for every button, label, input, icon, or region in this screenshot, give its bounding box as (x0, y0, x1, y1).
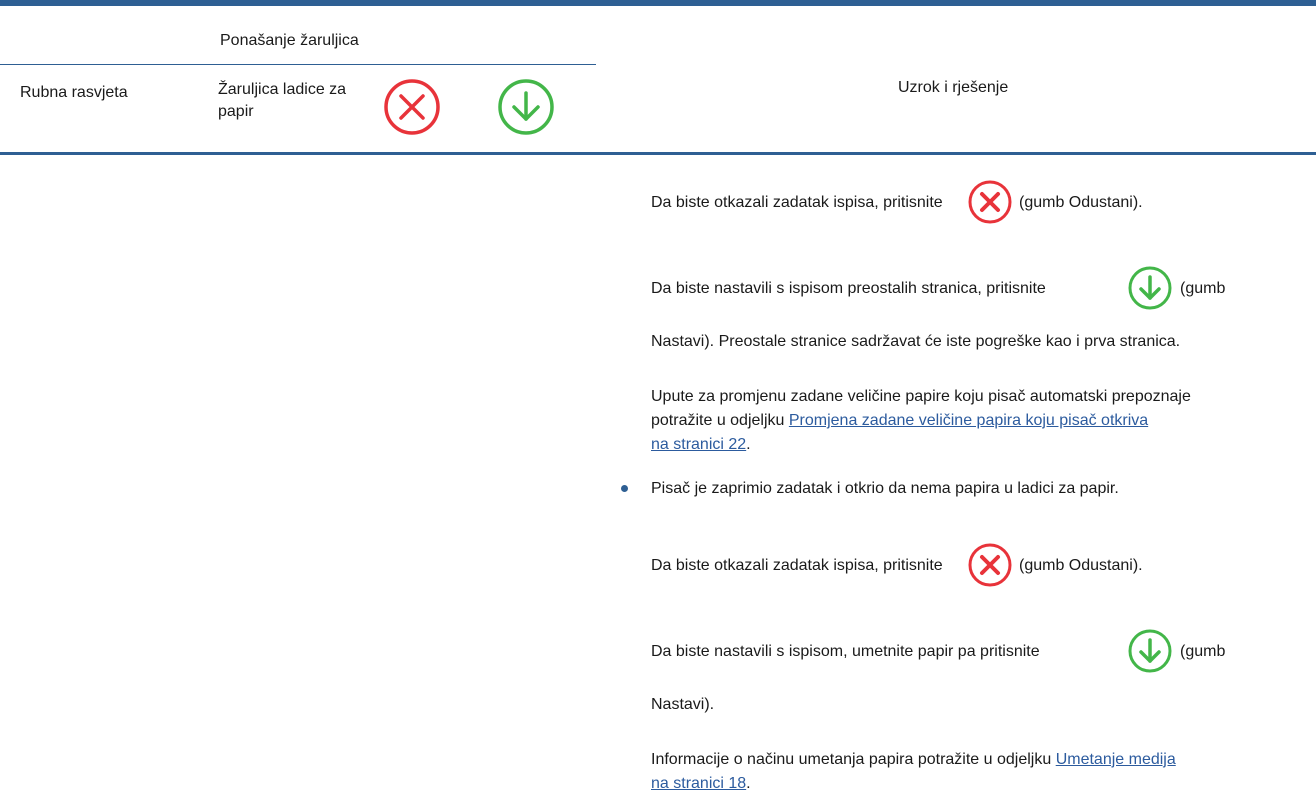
cancel-icon (968, 543, 1012, 587)
column-header-cause-solution: Uzrok i rješenje (898, 79, 1009, 96)
load-media-instruction-line2: na stranici 18. (651, 773, 751, 795)
cancel-button-caption: (gumb Odustani). (1019, 194, 1143, 211)
load-media-link[interactable]: Umetanje medija (1056, 751, 1176, 768)
load-media-instruction-end: . (746, 775, 751, 792)
load-paper-instruction-line2: Nastavi). (651, 696, 715, 713)
load-media-instruction-line1: Informacije o načinu umetanja papira pot… (651, 749, 1176, 771)
paper-size-link-page[interactable]: na stranici 22 (651, 436, 746, 453)
paper-size-instruction-end: . (746, 436, 751, 453)
no-paper-bullet-text: Pisač je zaprimio zadatak i otkrio da ne… (651, 480, 1119, 497)
cancel-instruction-text-2: Da biste otkazali zadatak ispisa, pritis… (651, 557, 943, 574)
list-bullet (621, 485, 628, 492)
paper-size-link[interactable]: Promjena zadane veličine papira koju pis… (789, 412, 1148, 429)
paper-size-instruction-line2: potražite u odjeljku Promjena zadane vel… (651, 410, 1148, 432)
resume-instruction-text: Da biste nastavili s ispisom preostalih … (651, 280, 1046, 297)
paper-size-instruction-line1: Upute za promjenu zadane veličine papire… (651, 388, 1191, 405)
resume-button-caption-2: (gumb (1180, 643, 1226, 660)
column-header-tray-light-line1: Žaruljica ladice za (218, 81, 347, 98)
column-header-edge-light: Rubna rasvjeta (20, 84, 128, 101)
group-header-rule (0, 64, 596, 65)
resume-icon (498, 79, 554, 135)
load-media-link-page[interactable]: na stranici 18 (651, 775, 746, 792)
paper-size-instruction-line3: na stranici 22. (651, 434, 751, 456)
load-media-instruction-prefix: Informacije o načinu umetanja papira pot… (651, 751, 1052, 768)
resume-instruction-line2: Nastavi). Preostale stranice sadržavat ć… (651, 333, 1181, 350)
paper-size-instruction-prefix: potražite u odjeljku (651, 412, 785, 429)
resume-icon (1128, 266, 1172, 310)
table-top-rule (0, 0, 1316, 6)
cancel-button-caption-2: (gumb Odustani). (1019, 557, 1143, 574)
column-header-tray-light: Žaruljica ladice za papir (218, 79, 346, 123)
table-header-bottom-rule (0, 152, 1316, 155)
cancel-icon (384, 79, 440, 135)
resume-button-caption: (gumb (1180, 280, 1226, 297)
cancel-icon (968, 180, 1012, 224)
load-paper-instruction-text: Da biste nastavili s ispisom, umetnite p… (651, 643, 1040, 660)
light-behavior-group-header: Ponašanje žaruljica (220, 32, 359, 49)
resume-icon (1128, 629, 1172, 673)
column-header-tray-light-line2: papir (218, 103, 254, 120)
cancel-instruction-text: Da biste otkazali zadatak ispisa, pritis… (651, 194, 943, 211)
